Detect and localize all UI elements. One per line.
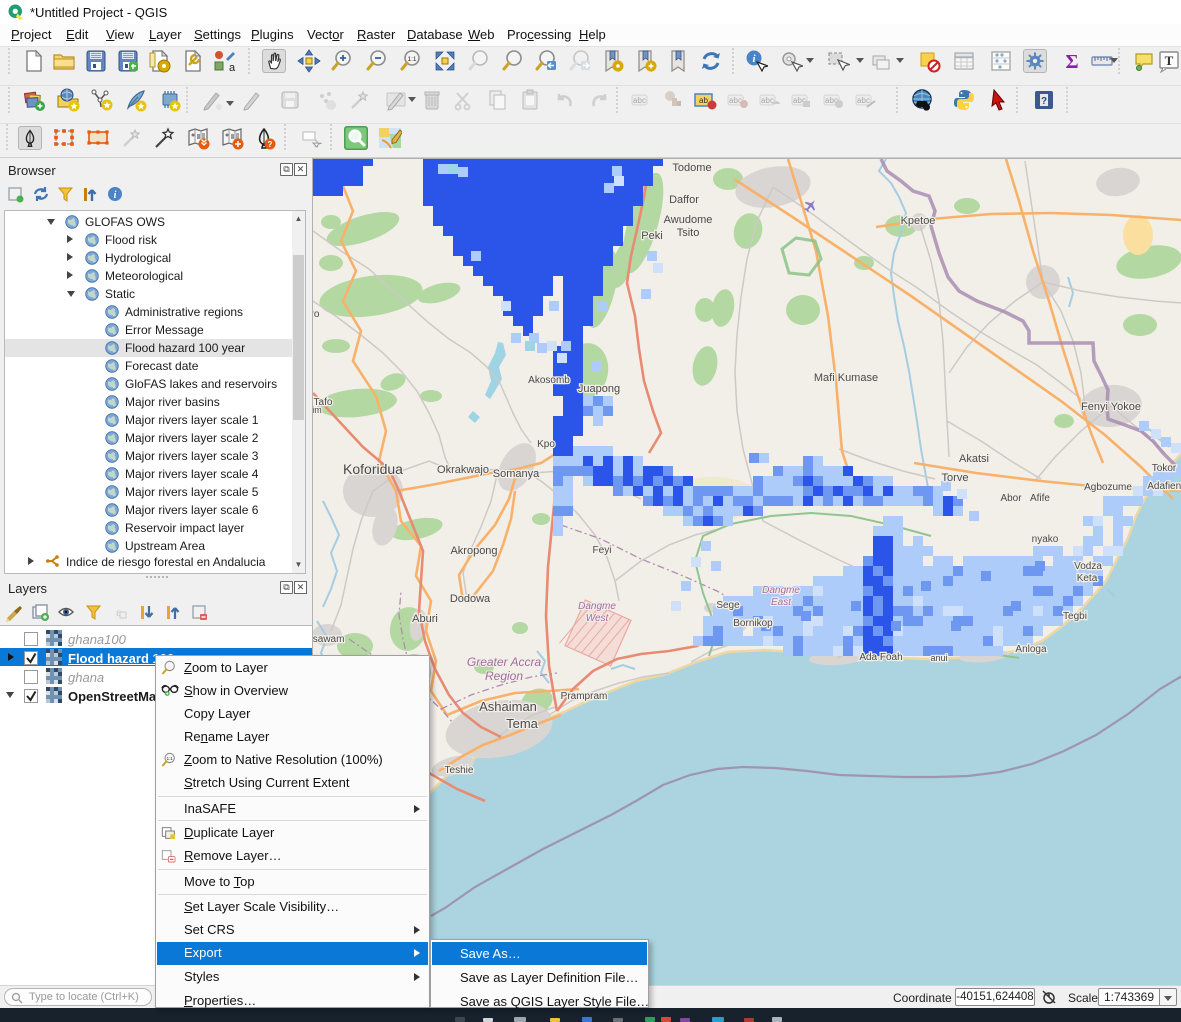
svg-text:1:1: 1:1 — [407, 56, 416, 63]
svg-text:abc: abc — [761, 96, 774, 105]
svg-text:1:1: 1:1 — [167, 756, 174, 761]
svg-text:abc: abc — [857, 96, 870, 105]
svg-text:i: i — [114, 190, 117, 201]
svg-text:?: ? — [268, 140, 273, 149]
svg-text:abc: abc — [633, 96, 646, 105]
svg-text:a: a — [229, 62, 236, 73]
svg-text:ab: ab — [699, 96, 708, 105]
svg-text:?: ? — [1041, 96, 1047, 107]
svg-text:Σ: Σ — [1065, 51, 1078, 73]
svg-text:T: T — [1165, 53, 1174, 68]
